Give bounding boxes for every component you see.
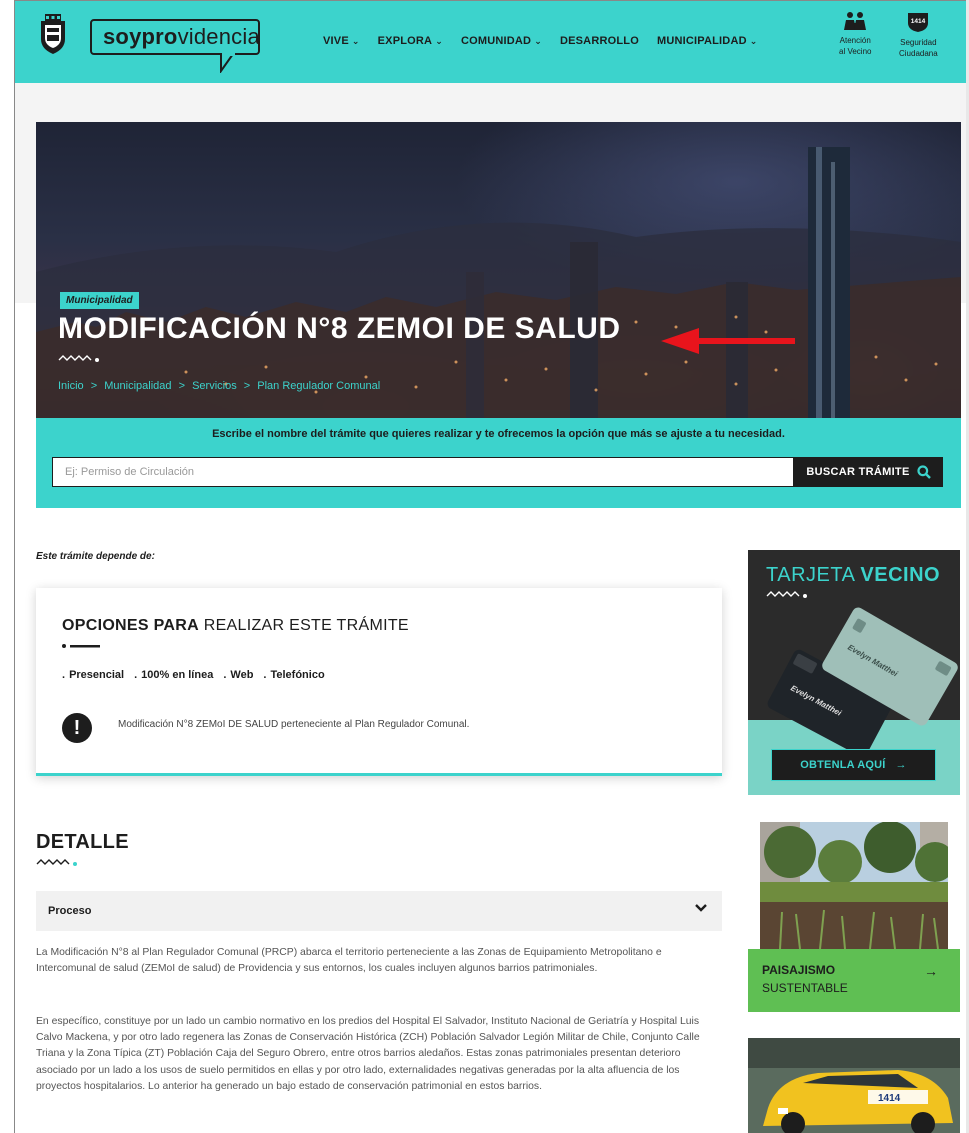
hero-banner: Municipalidad MODIFICACIÓN N°8 ZEMOI DE … bbox=[36, 122, 961, 418]
detalle-paragraph: En específico, constituye por un lado un… bbox=[36, 1016, 700, 1092]
tarjeta-title: TARJETA VECINO bbox=[766, 564, 940, 587]
paisajismo-title: PAISAJISMO bbox=[762, 963, 836, 977]
taxi-badge-text: 1414 bbox=[878, 1093, 901, 1104]
tramite-search-band: Escribe el nombre del trámite que quiere… bbox=[36, 418, 961, 508]
chevron-down-icon bbox=[695, 904, 707, 912]
search-icon bbox=[916, 465, 931, 479]
search-hint: Escribe el nombre del trámite que quiere… bbox=[212, 428, 785, 440]
tool-line: al Vecino bbox=[839, 47, 872, 56]
nav-item-comunidad[interactable]: COMUNIDAD ⌄ bbox=[461, 35, 542, 47]
site-logo[interactable]: soypro videncia bbox=[90, 19, 260, 55]
tool-line: Ciudadana bbox=[899, 49, 938, 58]
breadcrumb-separator: > bbox=[243, 380, 251, 392]
browser-viewport: soypro videncia VIVE ⌄ EXPLORA ⌄ COMUNIDAD ⌄… bbox=[14, 0, 969, 1133]
modalidad-label: Presencial bbox=[69, 669, 125, 681]
modalidad-label: Telefónico bbox=[270, 669, 325, 681]
opciones-card: OPCIONES PARA REALIZAR ESTE TRÁMITE . Pre… bbox=[36, 588, 722, 776]
paisajismo-card[interactable]: PAISAJISMO SUSTENTABLE → bbox=[748, 949, 960, 1012]
city-skyline-image bbox=[36, 147, 961, 418]
nav-item-explora[interactable]: EXPLORA ⌄ bbox=[378, 35, 443, 47]
chevron-down-icon: ⌄ bbox=[351, 35, 360, 46]
detalle-paragraph: La Modificación N°8 al Plan Regulador Co… bbox=[36, 947, 662, 975]
nav-label: COMUNIDAD bbox=[460, 35, 532, 47]
proceso-accordion-header[interactable]: Proceso bbox=[36, 891, 722, 931]
modalidad-label: Web bbox=[230, 669, 254, 681]
squiggle-decoration-icon bbox=[58, 355, 99, 362]
modalidades-list: . Presencial . 100% en línea . Web . Telefón… bbox=[62, 669, 325, 681]
site-header: soypro videncia VIVE ⌄ EXPLORA ⌄ COMUNIDAD ⌄… bbox=[15, 1, 969, 83]
nav-item-vive[interactable]: VIVE ⌄ bbox=[323, 35, 360, 47]
modalidad-item: . Presencial bbox=[62, 669, 125, 681]
modalidad-item: . Web bbox=[223, 669, 254, 681]
atencion-vecino-link[interactable]: Atención al Vecino bbox=[839, 11, 871, 57]
taxi-promo-image[interactable]: 1414 bbox=[748, 1038, 960, 1133]
nav-item-municipalidad[interactable]: MUNICIPALIDAD ⌄ bbox=[657, 35, 758, 47]
tarjeta-vecino-promo[interactable]: TARJETA VECINO Evelyn Matthei Evelyn Mat… bbox=[748, 550, 960, 795]
nav-label: VIVE bbox=[323, 35, 349, 47]
nav-label: MUNICIPALIDAD bbox=[656, 35, 747, 47]
nav-item-desarrollo[interactable]: DESARROLLO bbox=[560, 35, 639, 47]
modalidad-label: 100% en línea bbox=[141, 669, 214, 681]
breadcrumb-current[interactable]: Plan Regulador Comunal bbox=[257, 380, 380, 392]
municipal-crest-icon[interactable] bbox=[37, 13, 69, 55]
breadcrumb-separator: > bbox=[90, 380, 98, 392]
detalle-heading: DETALLE bbox=[36, 831, 129, 853]
opciones-title: OPCIONES PARA REALIZAR ESTE TRÁMITE bbox=[62, 617, 409, 635]
tramite-search-input[interactable] bbox=[52, 457, 794, 487]
squiggle-decoration-icon bbox=[36, 859, 77, 866]
shield-badge-text: 1414 bbox=[911, 18, 926, 25]
chevron-down-icon: ⌄ bbox=[749, 35, 758, 46]
chevron-down-icon: ⌄ bbox=[435, 35, 443, 46]
opciones-title-bold: OPCIONES PARA bbox=[62, 617, 199, 634]
breadcrumb-link-municipalidad[interactable]: Municipalidad bbox=[104, 380, 171, 392]
obtenla-label: OBTENLA AQUÍ bbox=[800, 759, 886, 771]
tarjeta-title-bold: VECINO bbox=[860, 564, 941, 586]
notice-text: Modificación N°8 ZEMoI DE SALUD pertenec… bbox=[118, 719, 470, 730]
modalidad-item: . Telefónico bbox=[263, 669, 325, 681]
chevron-down-icon: ⌄ bbox=[534, 35, 542, 46]
depends-label: Este trámite depende de: bbox=[36, 551, 155, 562]
arrow-right-icon: → bbox=[895, 759, 907, 771]
opciones-title-light: REALIZAR ESTE TRÁMITE bbox=[198, 617, 409, 634]
exclamation-icon: ! bbox=[62, 713, 92, 743]
seguridad-ciudadana-link[interactable]: 1414 Seguridad Ciudadana bbox=[899, 11, 938, 59]
tarjeta-title-light: TARJETA bbox=[766, 564, 855, 586]
breadcrumb-link-servicios[interactable]: Servicios bbox=[192, 380, 237, 392]
vecino-card-image: Evelyn Matthei Evelyn Matthei bbox=[767, 607, 958, 750]
accordion-label: Proceso bbox=[48, 905, 92, 917]
nav-label: EXPLORA bbox=[377, 35, 433, 47]
obtenla-aqui-button[interactable]: OBTENLA AQUÍ → bbox=[771, 749, 936, 781]
page-title: MODIFICACIÓN N°8 ZEMOI DE SALUD bbox=[58, 312, 621, 345]
modalidad-item: . 100% en línea bbox=[134, 669, 214, 681]
title-underline-decoration bbox=[62, 644, 100, 648]
breadcrumb-link-inicio[interactable]: Inicio bbox=[58, 380, 84, 392]
breadcrumb-separator: > bbox=[178, 380, 186, 392]
main-nav: VIVE ⌄ EXPLORA ⌄ COMUNIDAD ⌄ DESARROLLO MUN… bbox=[323, 35, 775, 47]
nav-label: DESARROLLO bbox=[559, 35, 639, 47]
shield-1414-icon: 1414 bbox=[908, 13, 929, 32]
tool-line: Atención bbox=[839, 36, 871, 45]
people-icon bbox=[844, 12, 867, 30]
buscar-tramite-button[interactable]: BUSCAR TRÁMITE bbox=[794, 457, 943, 487]
logo-bold-text: soypro bbox=[103, 24, 178, 49]
annotation-arrow-icon bbox=[661, 328, 795, 354]
buscar-tramite-label: BUSCAR TRÁMITE bbox=[806, 466, 910, 478]
paisajismo-image[interactable] bbox=[760, 822, 948, 949]
breadcrumb: Inicio > Municipalidad > Servicios > Pla… bbox=[58, 380, 384, 392]
paisajismo-subtitle: SUSTENTABLE bbox=[762, 981, 848, 995]
logo-light-text: videncia bbox=[177, 24, 260, 49]
category-badge[interactable]: Municipalidad bbox=[60, 292, 139, 309]
logo-bubble-tail-icon bbox=[213, 53, 235, 73]
tool-line: Seguridad bbox=[900, 38, 937, 47]
arrow-right-icon: → bbox=[924, 963, 938, 979]
